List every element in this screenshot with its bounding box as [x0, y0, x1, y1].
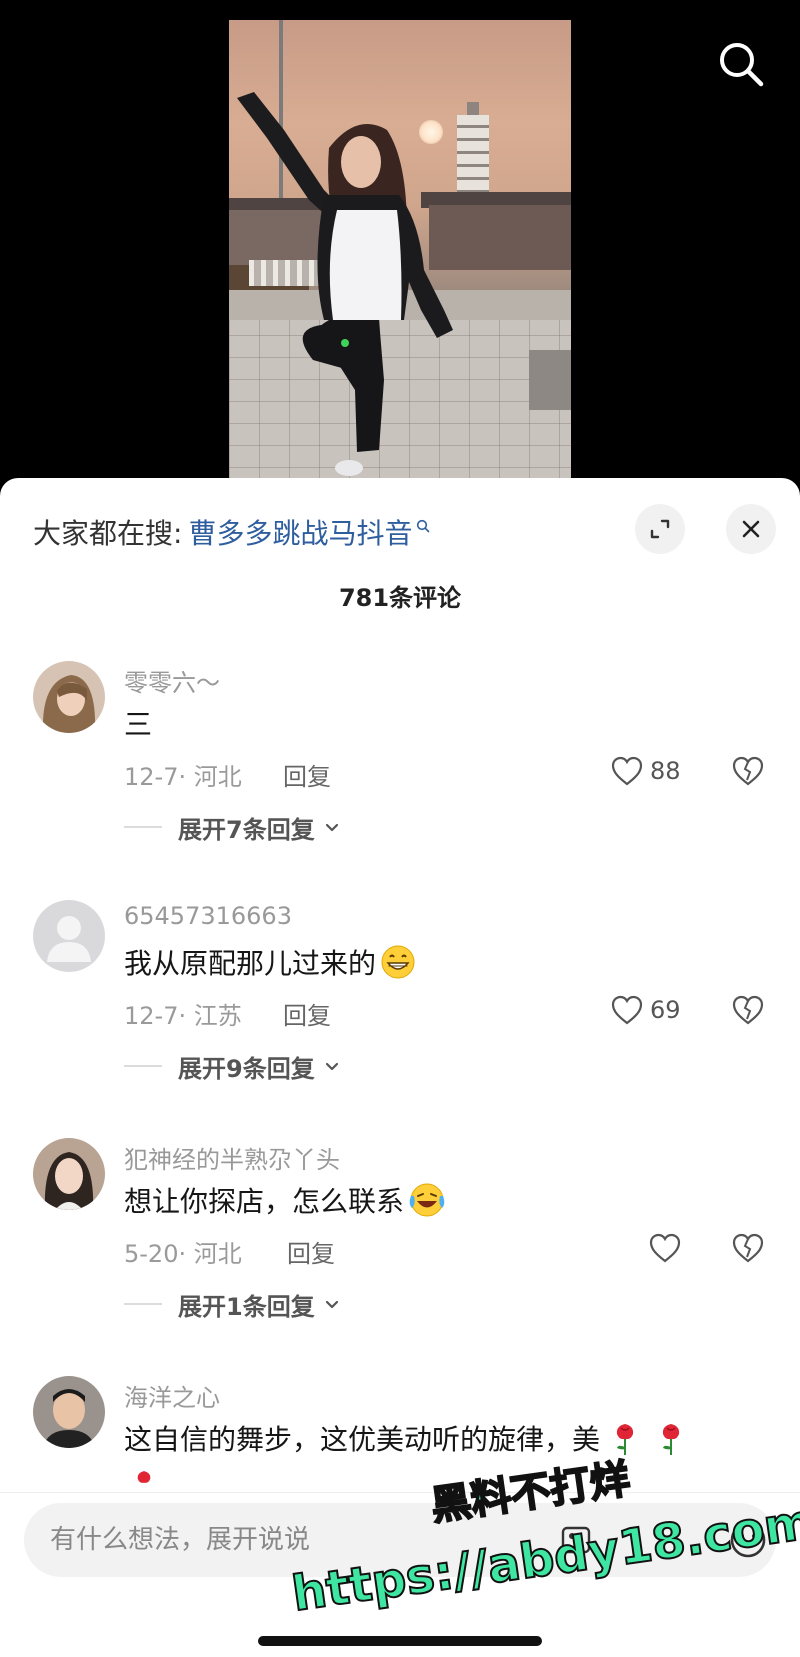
comment-username[interactable]: 海洋之心 [124, 1378, 220, 1413]
dislike-button[interactable] [730, 753, 766, 789]
comment-text: 想让你探店，怎么联系 [124, 1180, 446, 1220]
heart-icon [611, 756, 643, 786]
comment-text: 我从原配那儿过来的 [124, 942, 416, 982]
reply-button[interactable]: 回复 [287, 1234, 335, 1269]
like-count: 88 [650, 757, 681, 785]
comment-username[interactable]: 零零六～ [124, 663, 220, 698]
search-button[interactable] [713, 36, 769, 92]
comment-count-title: 781条评论 [338, 584, 462, 612]
rose-icon [610, 1420, 640, 1456]
rose-icon [656, 1420, 686, 1456]
video-area[interactable] [0, 0, 800, 490]
comment-text: 三 [124, 703, 152, 743]
broken-heart-icon [732, 1233, 764, 1263]
trending-search-hint[interactable]: 大家都在搜: 曹多多跳战马抖音 [33, 512, 430, 552]
comment-text-body: 这自信的舞步，这优美动听的旋律，美 [124, 1423, 601, 1456]
trending-search-term[interactable]: 曹多多跳战马抖音 [188, 512, 412, 552]
avatar[interactable] [33, 900, 105, 972]
divider-line [124, 826, 162, 828]
comment-date-location: 12-7· 江苏 [124, 1002, 242, 1030]
comments-sheet: 大家都在搜: 曹多多跳战马抖音 781条评论 零零六～ 三 12-7· 河北 回… [0, 478, 800, 1657]
dislike-button[interactable] [730, 1230, 766, 1266]
comment-text-body: 我从原配那儿过来的 [124, 947, 377, 980]
like-count: 69 [650, 996, 681, 1024]
dislike-button[interactable] [730, 992, 766, 1028]
expand-replies-label: 展开7条回复 [178, 815, 315, 844]
avatar[interactable] [33, 1376, 105, 1448]
expand-sheet-button[interactable] [635, 504, 685, 554]
expand-icon [650, 519, 670, 539]
avatar[interactable] [33, 661, 105, 733]
small-search-icon [417, 519, 430, 533]
close-icon [742, 520, 760, 538]
divider-line [124, 1065, 162, 1067]
avatar-photo [33, 661, 105, 733]
comment-username[interactable]: 65457316663 [124, 902, 292, 930]
comment-item: 65457316663 我从原配那儿过来的 12-7· 江苏 回复 69 展开9… [0, 900, 800, 1130]
laughing-tears-face-icon [408, 1182, 446, 1218]
emoji-button[interactable] [728, 1520, 768, 1560]
chevron-down-icon [323, 1057, 341, 1075]
expand-replies-label: 展开1条回复 [178, 1292, 315, 1321]
chevron-down-icon [323, 1295, 341, 1313]
heart-icon [649, 1233, 681, 1263]
avatar[interactable] [33, 1138, 105, 1210]
comment-date-location: 5-20· 河北 [124, 1240, 242, 1268]
expand-replies-button[interactable]: 展开1条回复 [124, 1288, 341, 1321]
comment-input-container[interactable] [24, 1503, 776, 1577]
comment-username[interactable]: 犯神经的半熟尕丫头 [124, 1140, 340, 1175]
comment-text-body: 三 [124, 708, 153, 741]
divider-line [124, 1303, 162, 1305]
comment-text-body: 想让你探店，怎么联系 [124, 1185, 405, 1218]
like-button[interactable]: 88 [610, 753, 681, 789]
image-icon [561, 1526, 591, 1554]
avatar-photo [33, 1138, 105, 1210]
video-player[interactable] [229, 20, 571, 490]
heart-icon [611, 995, 643, 1025]
expand-replies-button[interactable]: 展开7条回复 [124, 811, 341, 844]
comment-text: 这自信的舞步，这优美动听的旋律，美 [124, 1418, 686, 1458]
expand-replies-button[interactable]: 展开9条回复 [124, 1050, 341, 1083]
default-avatar-icon [33, 900, 105, 972]
comment-input[interactable] [50, 1503, 520, 1577]
search-icon [720, 43, 764, 87]
like-button[interactable] [648, 1230, 688, 1266]
trending-search-prefix: 大家都在搜: [33, 517, 183, 550]
grinning-face-icon [380, 944, 416, 980]
smiley-icon [730, 1522, 766, 1558]
mention-button[interactable] [559, 1522, 595, 1558]
reply-button[interactable]: 回复 [283, 996, 331, 1031]
comment-date-location: 12-7· 河北 [124, 763, 242, 791]
home-indicator [258, 1636, 542, 1646]
like-button[interactable]: 69 [610, 992, 681, 1028]
broken-heart-icon [732, 995, 764, 1025]
reply-button[interactable]: 回复 [283, 757, 331, 792]
close-sheet-button[interactable] [726, 504, 776, 554]
broken-heart-icon [732, 756, 764, 786]
chevron-down-icon [323, 818, 341, 836]
comment-input-bar [0, 1492, 800, 1657]
dancer-figure [237, 92, 453, 476]
comment-item: 零零六～ 三 12-7· 河北 回复 88 展开7条回复 [0, 661, 800, 891]
avatar-photo [33, 1376, 105, 1448]
comment-item: 犯神经的半熟尕丫头 想让你探店，怎么联系 5-20· 河北 回复 展开1条回复 [0, 1138, 800, 1368]
expand-replies-label: 展开9条回复 [178, 1054, 315, 1083]
comment-item: 海洋之心 这自信的舞步，这优美动听的旋律，美 [0, 1376, 800, 1496]
